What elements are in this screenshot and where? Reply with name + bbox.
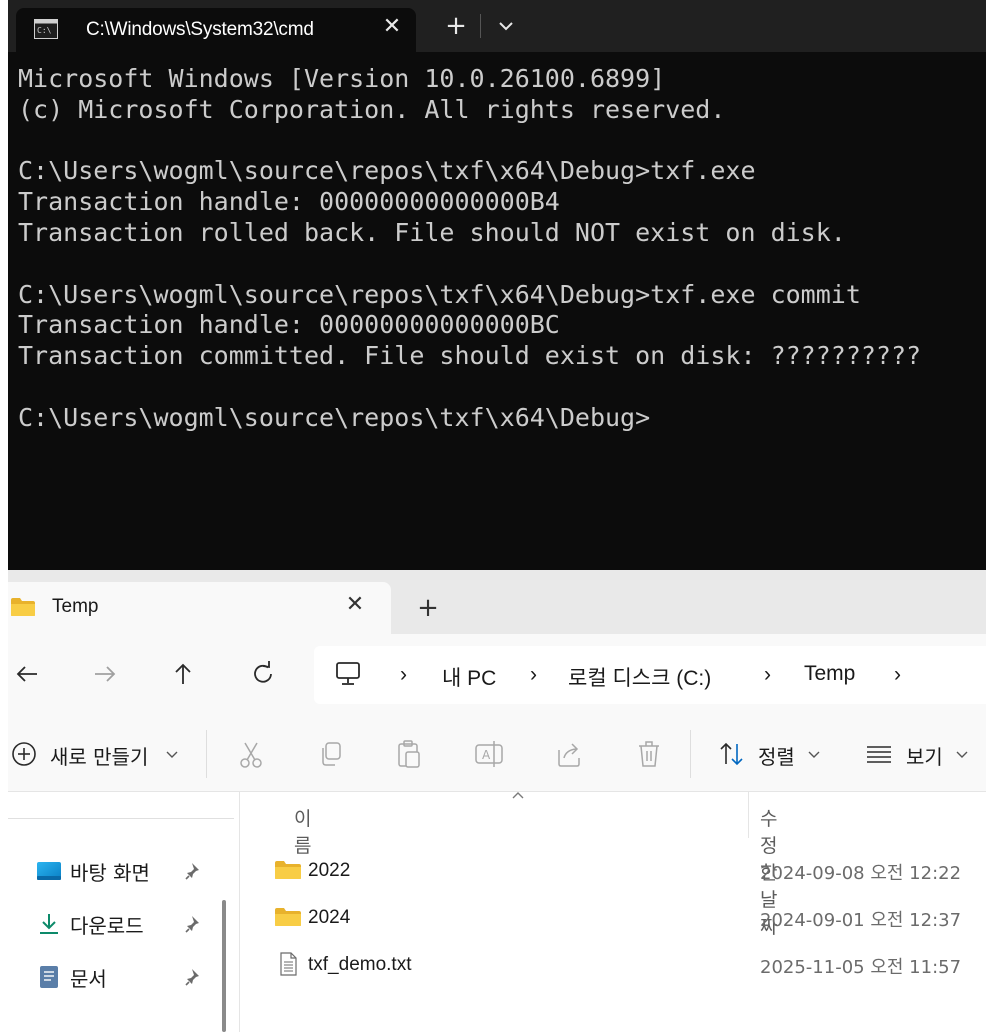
text-file-icon: [280, 952, 297, 976]
pin-icon[interactable]: [184, 967, 204, 987]
folder-icon: [275, 861, 301, 879]
breadcrumb-local-disk[interactable]: 로컬 디스크 (C:): [568, 662, 711, 692]
chevron-right-icon[interactable]: ›: [400, 663, 407, 687]
explorer-content: 바탕 화면 다운로드 문서 이름 수정한 날짜 2022 2024-09-08 …: [8, 792, 986, 1032]
refresh-icon[interactable]: [246, 657, 280, 691]
breadcrumb-temp[interactable]: Temp: [804, 662, 855, 686]
folder-icon: [11, 598, 35, 616]
terminal-tab-bar: C:\ C:\Windows\System32\cmd ✕ +: [8, 0, 986, 52]
plus-icon[interactable]: +: [436, 10, 476, 42]
sidebar-item-desktop[interactable]: 바탕 화면: [36, 851, 216, 891]
explorer-tab-bar: Temp ✕ +: [8, 570, 986, 634]
file-modified-date: 2025-11-05 오전 11:57: [760, 957, 962, 978]
close-icon[interactable]: ✕: [378, 13, 406, 41]
sidebar-item-label: 바탕 화면: [70, 861, 150, 885]
explorer-tab[interactable]: Temp ✕: [8, 582, 391, 634]
sidebar-divider: [8, 818, 234, 819]
chevron-down-icon[interactable]: [486, 10, 526, 42]
close-icon[interactable]: ✕: [341, 591, 369, 619]
file-name: txf_demo.txt: [308, 954, 412, 975]
forward-arrow-icon[interactable]: [88, 657, 122, 691]
sidebar-item-downloads[interactable]: 다운로드: [36, 904, 216, 944]
file-explorer-window: Temp ✕ + › 내 PC › 로컬 디스크 (C:) › Temp › 새…: [8, 570, 986, 1032]
file-modified-date: 2024-09-01 오전 12:37: [760, 910, 962, 931]
cut-icon[interactable]: [236, 736, 266, 772]
chevron-right-icon[interactable]: ›: [894, 663, 901, 687]
back-arrow-icon[interactable]: [10, 657, 44, 691]
toolbar-divider: [690, 730, 691, 778]
copy-icon[interactable]: [316, 736, 346, 772]
chevron-down-icon[interactable]: [806, 736, 822, 772]
terminal-tab[interactable]: C:\ C:\Windows\System32\cmd ✕: [16, 8, 416, 52]
desktop-icon: [37, 862, 61, 880]
column-divider[interactable]: [748, 792, 749, 838]
navigation-pane: 바탕 화면 다운로드 문서: [8, 792, 240, 1032]
breadcrumb-my-pc[interactable]: 내 PC: [442, 662, 496, 692]
explorer-tab-title: Temp: [52, 596, 99, 617]
svg-text:C:\: C:\: [37, 26, 52, 35]
terminal-line: Transaction handle: 00000000000000BC: [18, 310, 560, 340]
pin-icon[interactable]: [184, 914, 204, 934]
terminal-line: C:\Users\wogml\source\repos\txf\x64\Debu…: [18, 156, 756, 186]
new-button[interactable]: 새로 만들기: [50, 741, 148, 770]
command-bar: 새로 만들기 A 정렬 보기: [8, 714, 986, 792]
terminal-line: (c) Microsoft Corporation. All rights re…: [18, 94, 726, 124]
file-row[interactable]: 2022 2024-09-08 오전 12:22: [268, 848, 986, 894]
sidebar-item-documents[interactable]: 문서: [36, 957, 216, 997]
address-bar[interactable]: › 내 PC › 로컬 디스크 (C:) › Temp ›: [314, 646, 986, 704]
navigation-bar: › 내 PC › 로컬 디스크 (C:) › Temp ›: [8, 634, 986, 714]
terminal-line: Transaction rolled back. File should NOT…: [18, 217, 846, 247]
sidebar-scrollbar[interactable]: [222, 900, 226, 1032]
file-modified-date: 2024-09-08 오전 12:22: [760, 863, 962, 884]
terminal-line: Transaction committed. File should exist…: [18, 341, 922, 371]
sort-button[interactable]: 정렬: [758, 741, 795, 770]
terminal-window: C:\ C:\Windows\System32\cmd ✕ + Microsof…: [8, 0, 986, 570]
terminal-line: Microsoft Windows [Version 10.0.26100.68…: [18, 64, 666, 93]
up-arrow-icon[interactable]: [166, 657, 200, 691]
view-list-icon[interactable]: [864, 736, 894, 772]
rename-icon[interactable]: A: [474, 736, 504, 772]
console-icon: C:\: [34, 19, 58, 39]
view-button[interactable]: 보기: [906, 741, 943, 770]
chevron-right-icon[interactable]: ›: [764, 663, 771, 687]
chevron-down-icon[interactable]: [954, 736, 970, 772]
chevron-right-icon[interactable]: ›: [530, 663, 537, 687]
chevron-down-icon[interactable]: [164, 736, 180, 772]
file-row[interactable]: 2024 2024-09-01 오전 12:37: [268, 895, 986, 941]
sort-arrows-icon[interactable]: [716, 736, 748, 772]
file-name: 2022: [308, 860, 351, 881]
tab-divider: [480, 14, 481, 38]
toolbar-divider: [206, 730, 207, 778]
terminal-prompt: C:\Users\wogml\source\repos\txf\x64\Debu…: [18, 402, 651, 432]
svg-text:A: A: [482, 748, 491, 762]
terminal-tab-title: C:\Windows\System32\cmd: [86, 19, 314, 40]
plus-circle-icon[interactable]: [10, 736, 38, 772]
plus-icon[interactable]: +: [410, 590, 446, 626]
computer-icon: [336, 662, 360, 685]
file-name: 2024: [308, 907, 351, 928]
terminal-output[interactable]: Microsoft Windows [Version 10.0.26100.68…: [18, 64, 978, 434]
terminal-line: C:\Users\wogml\source\repos\txf\x64\Debu…: [18, 279, 861, 309]
sort-ascending-icon: [512, 792, 524, 799]
delete-icon[interactable]: [634, 736, 664, 772]
terminal-line: Transaction handle: 00000000000000B4: [18, 187, 560, 217]
sidebar-item-label: 문서: [70, 967, 107, 991]
pin-icon[interactable]: [184, 861, 204, 881]
share-icon[interactable]: [554, 736, 584, 772]
folder-icon: [275, 908, 301, 926]
download-icon: [40, 914, 58, 934]
file-row[interactable]: txf_demo.txt 2025-11-05 오전 11:57: [268, 942, 986, 988]
paste-icon[interactable]: [394, 736, 424, 772]
document-icon: [40, 966, 58, 988]
sidebar-item-label: 다운로드: [70, 914, 144, 938]
